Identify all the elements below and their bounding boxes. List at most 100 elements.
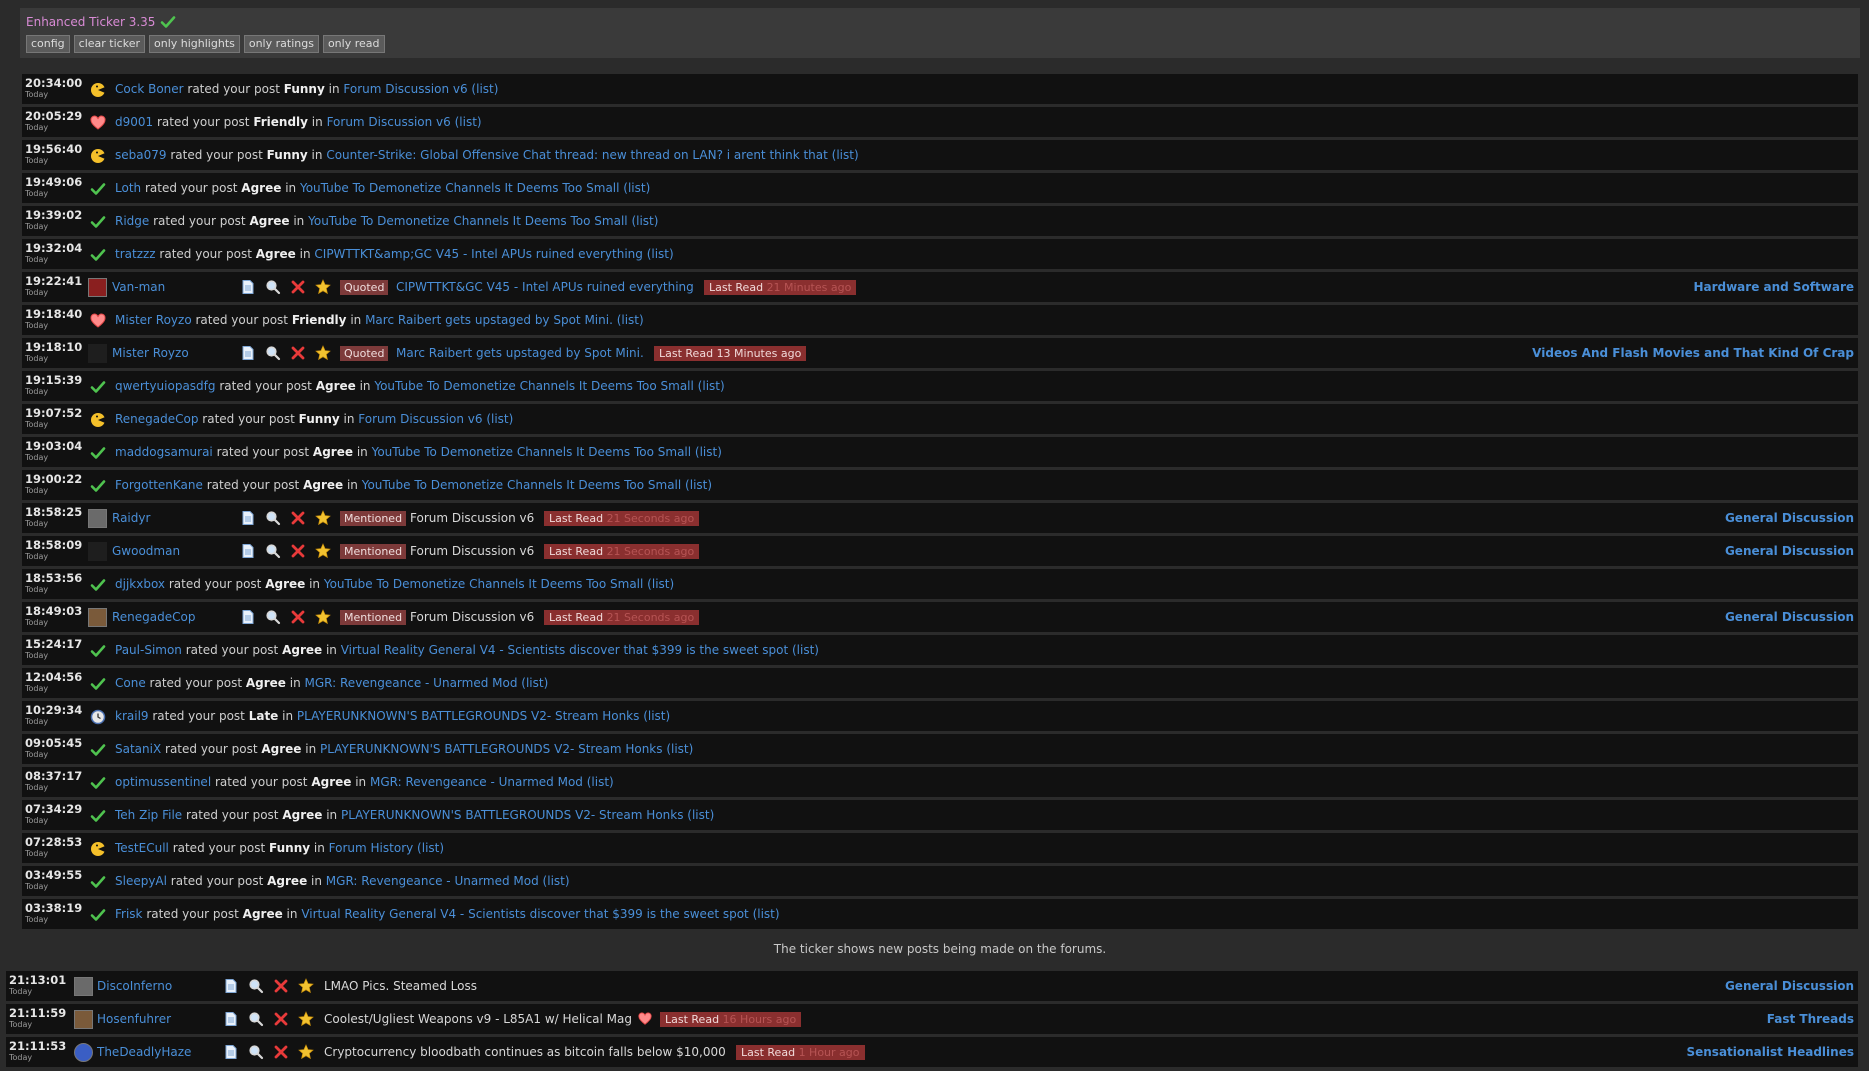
close-icon[interactable]	[290, 609, 306, 625]
list-link[interactable]: (list)	[628, 214, 658, 228]
thread-link[interactable]: MGR: Revengeance - Unarmed Mod	[326, 874, 539, 888]
thread-link[interactable]: YouTube To Demonetize Channels It Deems …	[372, 445, 692, 459]
rater-user-link[interactable]: maddogsamurai	[115, 445, 213, 459]
thread-link[interactable]: YouTube To Demonetize Channels It Deems …	[308, 214, 628, 228]
list-link[interactable]: (list)	[583, 775, 614, 789]
list-link[interactable]: (list)	[749, 907, 780, 921]
magnifier-icon[interactable]	[248, 1044, 264, 1060]
poster-user-link[interactable]: Van-man	[112, 280, 165, 295]
rater-user-link[interactable]: SataniX	[115, 742, 161, 756]
last-read-badge[interactable]: Last Read 21 Seconds ago	[544, 544, 700, 559]
avatar[interactable]	[88, 542, 107, 561]
close-icon[interactable]	[290, 345, 306, 361]
avatar[interactable]	[88, 278, 107, 297]
avatar[interactable]	[88, 509, 107, 528]
document-icon[interactable]	[240, 609, 256, 625]
close-icon[interactable]	[290, 510, 306, 526]
star-icon[interactable]	[298, 1011, 314, 1027]
thread-link[interactable]: Forum Discussion v6	[327, 115, 451, 129]
star-icon[interactable]	[315, 279, 331, 295]
thread-link[interactable]: Forum Discussion v6	[358, 412, 482, 426]
thread-title-link[interactable]: Forum Discussion v6	[410, 511, 534, 526]
list-link[interactable]: (list)	[663, 742, 693, 756]
last-read-badge[interactable]: Last Read 16 Hours ago	[660, 1012, 802, 1027]
thread-link[interactable]: Virtual Reality General V4 - Scientists …	[301, 907, 748, 921]
rater-user-link[interactable]: Ridge	[115, 214, 149, 228]
close-icon[interactable]	[273, 978, 289, 994]
rater-user-link[interactable]: optimussentinel	[115, 775, 211, 789]
avatar[interactable]	[88, 344, 107, 363]
close-icon[interactable]	[273, 1044, 289, 1060]
close-icon[interactable]	[290, 279, 306, 295]
rater-user-link[interactable]: seba079	[115, 148, 167, 162]
rater-user-link[interactable]: Teh Zip File	[115, 808, 182, 822]
thread-link[interactable]: YouTube To Demonetize Channels It Deems …	[362, 478, 682, 492]
star-icon[interactable]	[315, 345, 331, 361]
only-read-button[interactable]: only read	[322, 35, 385, 53]
rater-user-link[interactable]: qwertyuiopasdfg	[115, 379, 216, 393]
thread-link[interactable]: PLAYERUNKNOWN'S BATTLEGROUNDS V2- Stream…	[341, 808, 683, 822]
poster-user-link[interactable]: Gwoodman	[112, 544, 180, 559]
thread-title-link[interactable]: Coolest/Ugliest Weapons v9 - L85A1 w/ He…	[324, 1012, 632, 1027]
thread-title-link[interactable]: Marc Raibert gets upstaged by Spot Mini.	[396, 346, 644, 361]
magnifier-icon[interactable]	[248, 978, 264, 994]
thread-link[interactable]: Forum History	[329, 841, 414, 855]
star-icon[interactable]	[315, 510, 331, 526]
magnifier-icon[interactable]	[248, 1011, 264, 1027]
list-link[interactable]: (list)	[643, 247, 674, 261]
thread-link[interactable]: MGR: Revengeance - Unarmed Mod	[305, 676, 518, 690]
magnifier-icon[interactable]	[265, 543, 281, 559]
magnifier-icon[interactable]	[265, 510, 281, 526]
thread-link[interactable]: YouTube To Demonetize Channels It Deems …	[324, 577, 644, 591]
list-link[interactable]: (list)	[788, 643, 819, 657]
close-icon[interactable]	[290, 543, 306, 559]
forum-link[interactable]: General Discussion	[1725, 979, 1854, 994]
magnifier-icon[interactable]	[265, 345, 281, 361]
star-icon[interactable]	[298, 978, 314, 994]
thread-link[interactable]: Forum Discussion v6	[343, 82, 467, 96]
last-read-badge[interactable]: Last Read 21 Minutes ago	[704, 280, 857, 295]
thread-link[interactable]: PLAYERUNKNOWN'S BATTLEGROUNDS V2- Stream…	[297, 709, 639, 723]
thread-link[interactable]: Marc Raibert gets upstaged by Spot Mini.	[365, 313, 613, 327]
star-icon[interactable]	[315, 609, 331, 625]
thread-title-link[interactable]: Forum Discussion v6	[410, 610, 534, 625]
rater-user-link[interactable]: Frisk	[115, 907, 143, 921]
document-icon[interactable]	[223, 978, 239, 994]
thread-link[interactable]: CIPWTTKT&amp;GC V45 - Intel APUs ruined …	[314, 247, 642, 261]
last-read-badge[interactable]: Last Read 21 Seconds ago	[544, 511, 700, 526]
poster-user-link[interactable]: TheDeadlyHaze	[97, 1045, 191, 1060]
list-link[interactable]: (list)	[468, 82, 498, 96]
list-link[interactable]: (list)	[613, 313, 644, 327]
rater-user-link[interactable]: djjkxbox	[115, 577, 165, 591]
forum-link[interactable]: General Discussion	[1725, 610, 1854, 625]
document-icon[interactable]	[240, 279, 256, 295]
only-ratings-button[interactable]: only ratings	[243, 35, 319, 53]
forum-link[interactable]: Sensationalist Headlines	[1686, 1045, 1854, 1060]
last-read-badge[interactable]: Last Read 1 Hour ago	[736, 1045, 865, 1060]
avatar[interactable]	[74, 1010, 93, 1029]
poster-user-link[interactable]: RenegadeCop	[112, 610, 195, 625]
only-highlights-button[interactable]: only highlights	[149, 35, 240, 53]
rater-user-link[interactable]: Mister Royzo	[115, 313, 192, 327]
last-read-badge[interactable]: Last Read 13 Minutes ago	[654, 346, 807, 361]
rater-user-link[interactable]: RenegadeCop	[115, 412, 198, 426]
star-icon[interactable]	[298, 1044, 314, 1060]
rater-user-link[interactable]: krail9	[115, 709, 149, 723]
thread-link[interactable]: YouTube To Demonetize Channels It Deems …	[374, 379, 694, 393]
thread-title-link[interactable]: Forum Discussion v6	[410, 544, 534, 559]
list-link[interactable]: (list)	[639, 709, 670, 723]
thread-link[interactable]: Counter-Strike: Global Offensive Chat th…	[326, 148, 828, 162]
poster-user-link[interactable]: Hosenfuhrer	[97, 1012, 171, 1027]
close-icon[interactable]	[273, 1011, 289, 1027]
forum-link[interactable]: Fast Threads	[1767, 1012, 1854, 1027]
list-link[interactable]: (list)	[643, 577, 674, 591]
document-icon[interactable]	[223, 1011, 239, 1027]
document-icon[interactable]	[240, 345, 256, 361]
list-link[interactable]: (list)	[517, 676, 548, 690]
document-icon[interactable]	[240, 510, 256, 526]
avatar[interactable]	[74, 977, 93, 996]
thread-title-link[interactable]: CIPWTTKT&GC V45 - Intel APUs ruined ever…	[396, 280, 694, 295]
magnifier-icon[interactable]	[265, 609, 281, 625]
forum-link[interactable]: General Discussion	[1725, 544, 1854, 559]
rater-user-link[interactable]: SleepyAl	[115, 874, 167, 888]
